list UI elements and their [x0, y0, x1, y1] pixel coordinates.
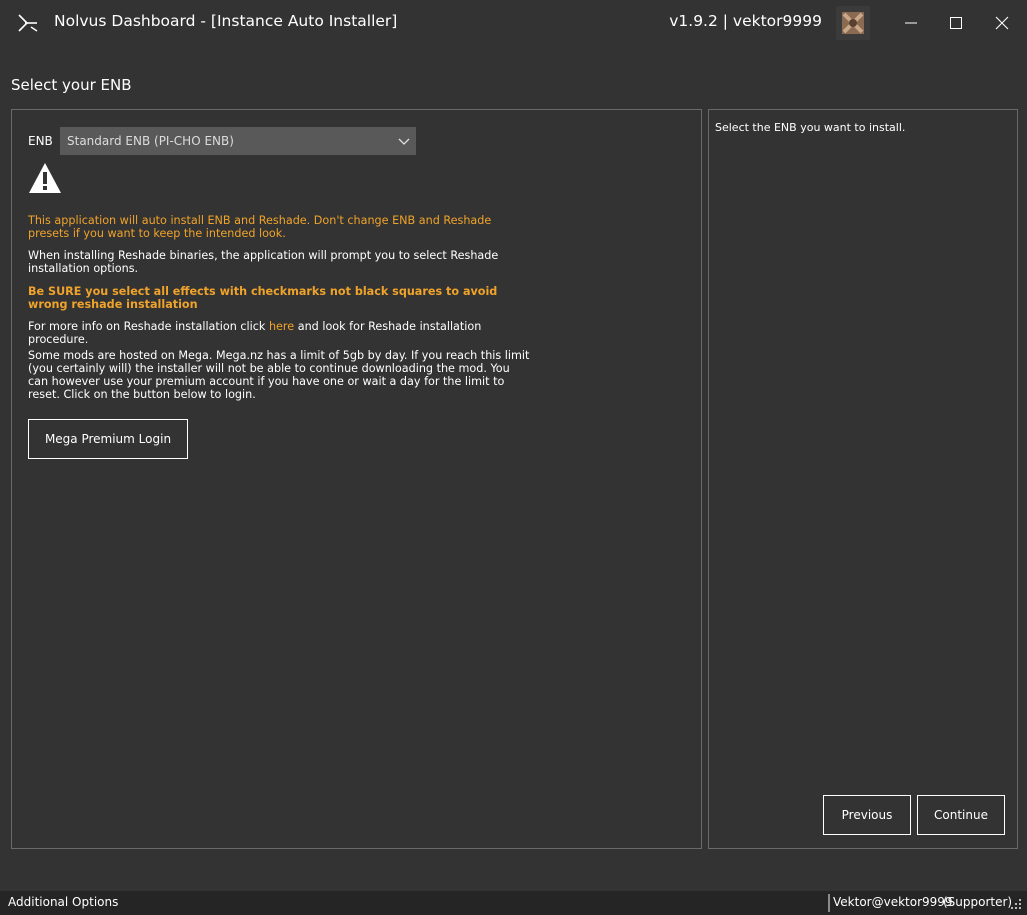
- avatar[interactable]: [836, 6, 870, 40]
- reshade-info-link[interactable]: here: [269, 320, 294, 333]
- help-text: Select the ENB you want to install.: [715, 121, 906, 134]
- enb-dropdown[interactable]: Standard ENB (PI-CHO ENB): [60, 127, 416, 155]
- warning-icon: [29, 163, 61, 193]
- minimize-button[interactable]: [888, 0, 934, 46]
- enb-dropdown-value: Standard ENB (PI-CHO ENB): [67, 134, 234, 148]
- minimize-icon: [905, 22, 917, 24]
- status-divider: [828, 894, 830, 912]
- mega-info-text: Some mods are hosted on Mega. Mega.nz ha…: [28, 349, 530, 401]
- page-title: Select your ENB: [11, 76, 132, 94]
- help-panel: Select the ENB you want to install. Prev…: [708, 109, 1018, 849]
- continue-button[interactable]: Continue: [917, 795, 1005, 835]
- resize-grip-icon[interactable]: [1010, 898, 1022, 910]
- additional-options-link[interactable]: Additional Options: [8, 895, 118, 909]
- avatar-emblem-icon: [842, 12, 864, 34]
- close-icon: [995, 16, 1009, 30]
- nolvus-logo-icon: [18, 14, 38, 32]
- version-user-label: v1.9.2 | vektor9999: [669, 12, 822, 30]
- reshade-notice-text: This application will auto install ENB a…: [28, 214, 492, 240]
- close-button[interactable]: [979, 0, 1025, 46]
- maximize-icon: [950, 17, 962, 29]
- enb-label: ENB: [28, 134, 53, 148]
- reshade-prompt-text: When installing Reshade binaries, the ap…: [28, 249, 499, 275]
- title-bar: Nolvus Dashboard - [Instance Auto Instal…: [0, 0, 1027, 46]
- enb-options-panel: ENB Standard ENB (PI-CHO ENB) This appli…: [11, 109, 702, 849]
- chevron-down-icon: [398, 138, 410, 145]
- maximize-button[interactable]: [933, 0, 979, 46]
- mega-premium-login-button[interactable]: Mega Premium Login: [28, 419, 188, 459]
- previous-button[interactable]: Previous: [823, 795, 911, 835]
- status-user: Vektor@vektor9999: [833, 895, 953, 909]
- reshade-info-text: For more info on Reshade installation cl…: [28, 320, 533, 346]
- window-title: Nolvus Dashboard - [Instance Auto Instal…: [54, 12, 398, 30]
- status-bar: Additional Options Vektor@vektor9999 (Su…: [0, 891, 1027, 915]
- status-role: (Supporter): [943, 895, 1013, 909]
- reshade-warning-text: Be SURE you select all effects with chec…: [28, 285, 498, 311]
- reshade-info-before: For more info on Reshade installation cl…: [28, 320, 269, 333]
